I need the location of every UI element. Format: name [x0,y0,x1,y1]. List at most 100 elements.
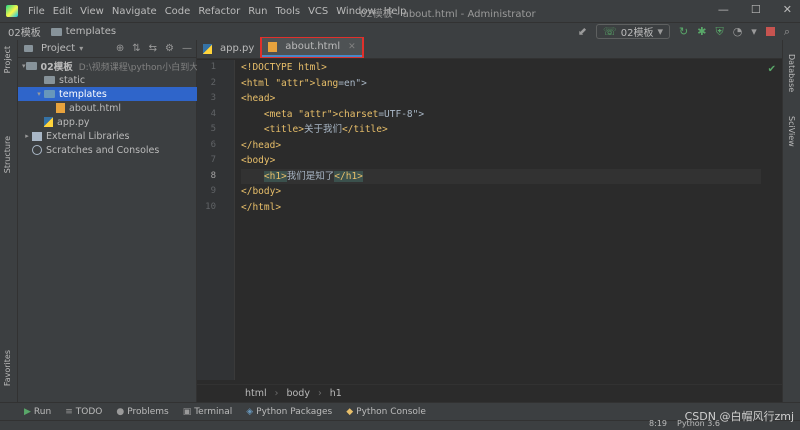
code-line[interactable]: <head> [241,91,761,107]
code-editor[interactable]: <!DOCTYPE html> <html "attr">lang=en"> <he… [241,60,761,215]
project-panel-title[interactable]: Project ▾ [24,43,83,54]
menu-edit[interactable]: Edit [49,6,76,17]
locate-file-icon[interactable]: ⊕ [116,43,124,54]
line-number[interactable]: 10 [197,200,234,216]
gear-icon[interactable]: ⚙ [165,43,174,54]
breadcrumb-folder[interactable]: templates [66,26,116,37]
tool-tab-structure[interactable]: Structure [3,136,12,173]
vcs-update-icon[interactable]: ⬋ [578,25,587,38]
terminal-icon: ▣ [182,406,192,417]
profile-icon[interactable]: ◔ [733,25,743,38]
run-config-selector[interactable]: ☏ 02模板 ▾ [595,24,670,39]
breadcrumb-h1[interactable]: h1 [330,388,342,399]
coverage-icon[interactable]: ⛨ [715,25,723,39]
breadcrumb-body[interactable]: body [286,388,310,399]
tree-item[interactable]: ▾ templates [18,87,197,101]
hide-panel-icon[interactable]: — [182,43,192,54]
inspection-ok-icon[interactable]: ✔ [768,64,776,75]
more-run-options-icon[interactable]: ▾ [751,25,757,38]
tool-tab-todo[interactable]: ≡ TODO [65,407,102,417]
line-number[interactable]: 2 [197,76,234,92]
chevron-right-icon[interactable]: ▸ [22,132,32,140]
editor-tabs: app.py about.html ✕ [197,37,782,59]
tree-item[interactable]: ▸ External Libraries [18,129,197,143]
minimize-button[interactable]: — [718,3,729,16]
tool-tab-favorites[interactable]: Favorites [3,350,12,386]
menu-view[interactable]: View [76,6,108,17]
right-tool-strip: Database SciView [782,40,800,402]
code-line[interactable]: </html> [241,200,761,216]
tab-about-html[interactable]: about.html ✕ [262,38,362,57]
project-panel-label: Project [41,43,76,54]
code-line[interactable]: <meta "attr">charset=UTF-8"> [241,107,761,123]
caret-position[interactable]: 8:19 [649,419,667,428]
line-number[interactable]: 8 [197,169,234,185]
menu-run[interactable]: Run [244,6,271,17]
code-line[interactable]: </head> [241,138,761,154]
chevron-down-icon: ▾ [657,25,663,38]
python-config-icon: ☏ [602,25,617,38]
tree-item[interactable]: static [18,73,197,87]
run-icon[interactable]: ↻ [679,25,688,38]
tool-tab-problems[interactable]: ● Problems [116,407,168,417]
tree-item-label: static [59,74,86,86]
tool-tab-run[interactable]: ▶ Run [24,407,51,417]
menu-refactor[interactable]: Refactor [194,6,244,17]
code-line[interactable]: <h1>我们是知了</h1> [241,168,761,184]
python-file-icon [44,117,53,127]
close-tab-icon[interactable]: ✕ [348,42,356,52]
code-line[interactable]: <title>关于我们</title> [241,122,761,138]
pycharm-logo-icon [6,5,18,17]
search-icon[interactable]: ⌕ [784,25,790,39]
code-line[interactable]: <!DOCTYPE html> [241,60,761,76]
code-line[interactable]: <body> [241,153,761,169]
menu-tools[interactable]: Tools [271,6,304,17]
editor-breadcrumb: html › body › h1 [197,384,782,402]
code-line[interactable]: <html "attr">lang=en"> [241,76,761,92]
line-number-gutter: 1 2 3 4 5 6 7 8 9 10 [197,60,235,380]
chevron-down-icon: ▾ [79,44,84,53]
chevron-down-icon[interactable]: ▾ [22,62,26,70]
tool-tab-terminal[interactable]: ▣ Terminal [183,407,233,417]
menu-vcs[interactable]: VCS [304,6,332,17]
chevron-down-icon[interactable]: ▾ [34,90,44,98]
tab-app-py[interactable]: app.py [197,39,260,58]
tree-item-label: about.html [69,102,122,114]
tool-tab-python-packages[interactable]: ◈ Python Packages [246,407,332,417]
breadcrumb-project[interactable]: 02模板 [8,24,41,39]
line-number[interactable]: 3 [197,91,234,107]
folder-icon [44,90,55,98]
tree-item[interactable]: Scratches and Consoles [18,143,197,157]
expand-all-icon[interactable]: ⇅ [132,43,140,54]
menu-navigate[interactable]: Navigate [108,6,161,17]
debug-icon[interactable]: ✱ [697,25,706,38]
line-number[interactable]: 9 [197,184,234,200]
tool-tab-sciview[interactable]: SciView [787,116,796,147]
breadcrumb-html[interactable]: html [245,388,267,399]
tree-item[interactable]: about.html [18,101,197,115]
line-number[interactable]: 1 [197,60,234,76]
chevron-right-icon: › [274,388,279,399]
line-number[interactable]: 7 [197,153,234,169]
html-file-icon [56,103,65,113]
collapse-all-icon[interactable]: ⇆ [149,43,157,54]
folder-icon [50,27,62,36]
editor-area: app.py about.html ✕ 1 2 3 4 5 6 7 8 9 10 <!DOCTYP… [197,37,782,402]
menu-code[interactable]: Code [161,6,195,17]
close-button[interactable]: ✕ [783,3,792,16]
tree-item-label: 02模板 [40,62,73,73]
stop-icon[interactable] [765,27,775,36]
line-number[interactable]: 5 [197,122,234,138]
tool-tab-database[interactable]: Database [787,54,796,92]
tree-item[interactable]: ▾ 02模板 D:\视频课程\python小白到大神 [18,59,197,73]
tree-item[interactable]: app.py [18,115,197,129]
window-title: 02模板 - about.html - Administrator [360,9,536,20]
tree-item-label: External Libraries [46,130,130,142]
code-line[interactable]: </body> [241,184,761,200]
line-number[interactable]: 6 [197,138,234,154]
menu-file[interactable]: File [24,6,49,17]
maximize-button[interactable]: ☐ [751,3,761,16]
tool-tab-python-console[interactable]: ◆ Python Console [346,407,426,417]
line-number[interactable]: 4 [197,107,234,123]
tool-tab-project[interactable]: Project [3,46,12,73]
